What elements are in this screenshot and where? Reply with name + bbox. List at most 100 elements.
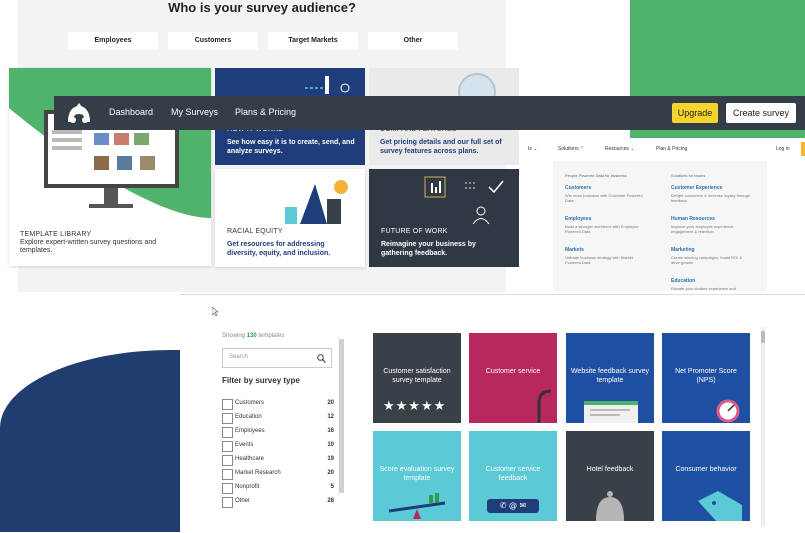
nav-plan-pricing[interactable]: Plan & Pricing [656,146,687,152]
menu-link-desc: Validate business strategy with Market P… [565,255,633,265]
filter-heading: Filter by survey type [222,376,300,385]
solutions-dropdown: People Powered Data for business Solutio… [553,161,767,291]
logo-icon[interactable] [66,102,92,124]
audience-option-target-markets[interactable]: Target Markets [268,32,358,50]
showing-count: 130 [246,333,257,339]
template-tile-customer-satisfaction[interactable]: Customer satisfaction survey template ★★… [373,333,461,423]
seesaw-icon [388,493,446,519]
headset-icon [537,389,552,423]
template-tile-customer-service[interactable]: Customer service [469,333,557,423]
nav-login[interactable]: Log in [776,146,790,152]
menu-link-customer-experience[interactable]: Customer Experience [671,185,722,191]
card-description: Get pricing details and our full set of … [380,139,502,155]
menu-link-marketing[interactable]: Marketing [671,247,695,253]
menu-link-desc: Delight customers & increase loyalty thr… [671,193,751,203]
filter-row-employees[interactable]: Employees 16 [222,427,334,439]
price-tag-icon [698,491,742,521]
filter-count: 10 [327,442,334,448]
contact-icons: ✆ @ ✉ [487,499,539,513]
mouse-cursor-icon [212,307,219,317]
menu-link-human-resources[interactable]: Human Resources [671,216,715,222]
checkbox[interactable] [222,427,233,438]
filter-row-events[interactable]: Events 10 [222,441,334,453]
hexagon-illustration [424,176,504,225]
filter-label: Other [235,498,251,504]
upgrade-button[interactable]: Upgrade [672,103,718,123]
card-description: Explore expert-written survey questions … [20,239,157,254]
template-tile-customer-service-feedback[interactable]: Customer service feedback ✆ @ ✉ [469,431,557,521]
nav-resources[interactable]: Resources ⌄ [605,146,634,152]
balance-illustration [285,180,348,224]
showing-prefix: Showing [222,333,246,339]
menu-link-desc: Create winning campaigns, boost ROI & dr… [671,255,743,265]
bell-icon [596,491,624,521]
nav-solutions[interactable]: Solutions ⌃ [558,146,584,152]
checkbox[interactable] [222,441,233,452]
template-tile-hotel-feedback[interactable]: Hotel feedback [566,431,654,521]
checkbox[interactable] [222,399,233,410]
card-title: RACIAL EQUITY [227,228,283,235]
filter-label: Nonprofit [235,484,260,490]
solutions-nav-bar: ts ⌄ Solutions ⌃ Resources ⌄ Plan & Pric… [520,138,805,160]
checkbox[interactable] [222,483,233,494]
filter-count: 20 [327,400,334,406]
checkbox[interactable] [222,497,233,508]
showing-count-text: Showing 130 templates [222,333,284,339]
template-tile-consumer-behavior[interactable]: Consumer behavior [662,431,750,521]
filter-row-market-research[interactable]: Market Research 20 [222,469,334,481]
template-tile-nps[interactable]: Net Promoter Score (NPS) [662,333,750,423]
scrollbar-thumb[interactable] [761,331,765,343]
template-tile-website-feedback[interactable]: Website feedback survey template [566,333,654,423]
column-heading: People Powered Data for business [565,173,627,178]
filter-label: Customers [235,400,265,406]
menu-link-employees[interactable]: Employees [565,216,591,222]
filter-label: Employees [235,428,265,434]
filter-scrollbar[interactable] [339,339,344,493]
card-title: FUTURE OF WORK [381,228,448,235]
search-icon[interactable] [317,354,326,363]
audience-option-employees[interactable]: Employees [68,32,158,50]
nav-products[interactable]: ts ⌄ [528,146,537,152]
card-future-of-work[interactable]: FUTURE OF WORK Reimagine your business b… [369,169,519,267]
filter-row-education[interactable]: Education 12 [222,413,334,425]
filter-count: 5 [330,484,334,490]
nav-plans-pricing[interactable]: Plans & Pricing [235,107,296,117]
audience-option-other[interactable]: Other [368,32,458,50]
templates-scrollbar[interactable] [761,327,765,527]
checkbox[interactable] [222,455,233,466]
filter-row-customers[interactable]: Customers 20 [222,399,334,411]
template-tile-label: Customer service feedback [485,466,541,482]
create-survey-button[interactable]: Create survey [726,103,796,123]
gauge-icon [716,399,740,423]
filter-count: 28 [327,498,334,504]
template-tile-label: Customer satisfaction survey template [383,368,451,384]
signup-button-edge[interactable] [801,142,805,156]
filter-row-healthcare[interactable]: Healthcare 19 [222,455,334,467]
column-heading: Solutions for teams [671,173,706,178]
checkbox[interactable] [222,413,233,424]
menu-link-markets[interactable]: Markets [565,247,584,253]
browser-window-icon [584,401,638,423]
filter-row-other[interactable]: Other 28 [222,497,334,509]
showing-suffix: templates [258,333,285,339]
menu-link-desc: Win more business with Customer Powered … [565,193,643,203]
audience-option-customers[interactable]: Customers [168,32,258,50]
template-library-illustration [9,68,211,218]
filter-count: 20 [327,470,334,476]
checkbox[interactable] [222,469,233,480]
menu-link-education[interactable]: Education [671,278,695,284]
search-placeholder: Search [229,354,249,360]
filter-row-nonprofit[interactable]: Nonprofit 5 [222,483,334,495]
search-input[interactable]: Search [222,348,332,368]
nav-dashboard[interactable]: Dashboard [109,107,153,117]
card-description: Reimagine your business by gathering fee… [381,241,476,257]
filter-label: Education [235,414,262,420]
nav-my-surveys[interactable]: My Surveys [171,107,218,117]
card-racial-equity[interactable]: RACIAL EQUITY Get resources for addressi… [215,169,365,267]
filter-label: Market Research [235,470,281,476]
filter-label: Events [235,442,254,448]
menu-link-customers[interactable]: Customers [565,185,591,191]
template-browser: Showing 130 templates Search Filter by s… [180,294,805,533]
template-tile-score-evaluation[interactable]: Score evaluation survey template [373,431,461,521]
filter-count: 16 [327,428,334,434]
